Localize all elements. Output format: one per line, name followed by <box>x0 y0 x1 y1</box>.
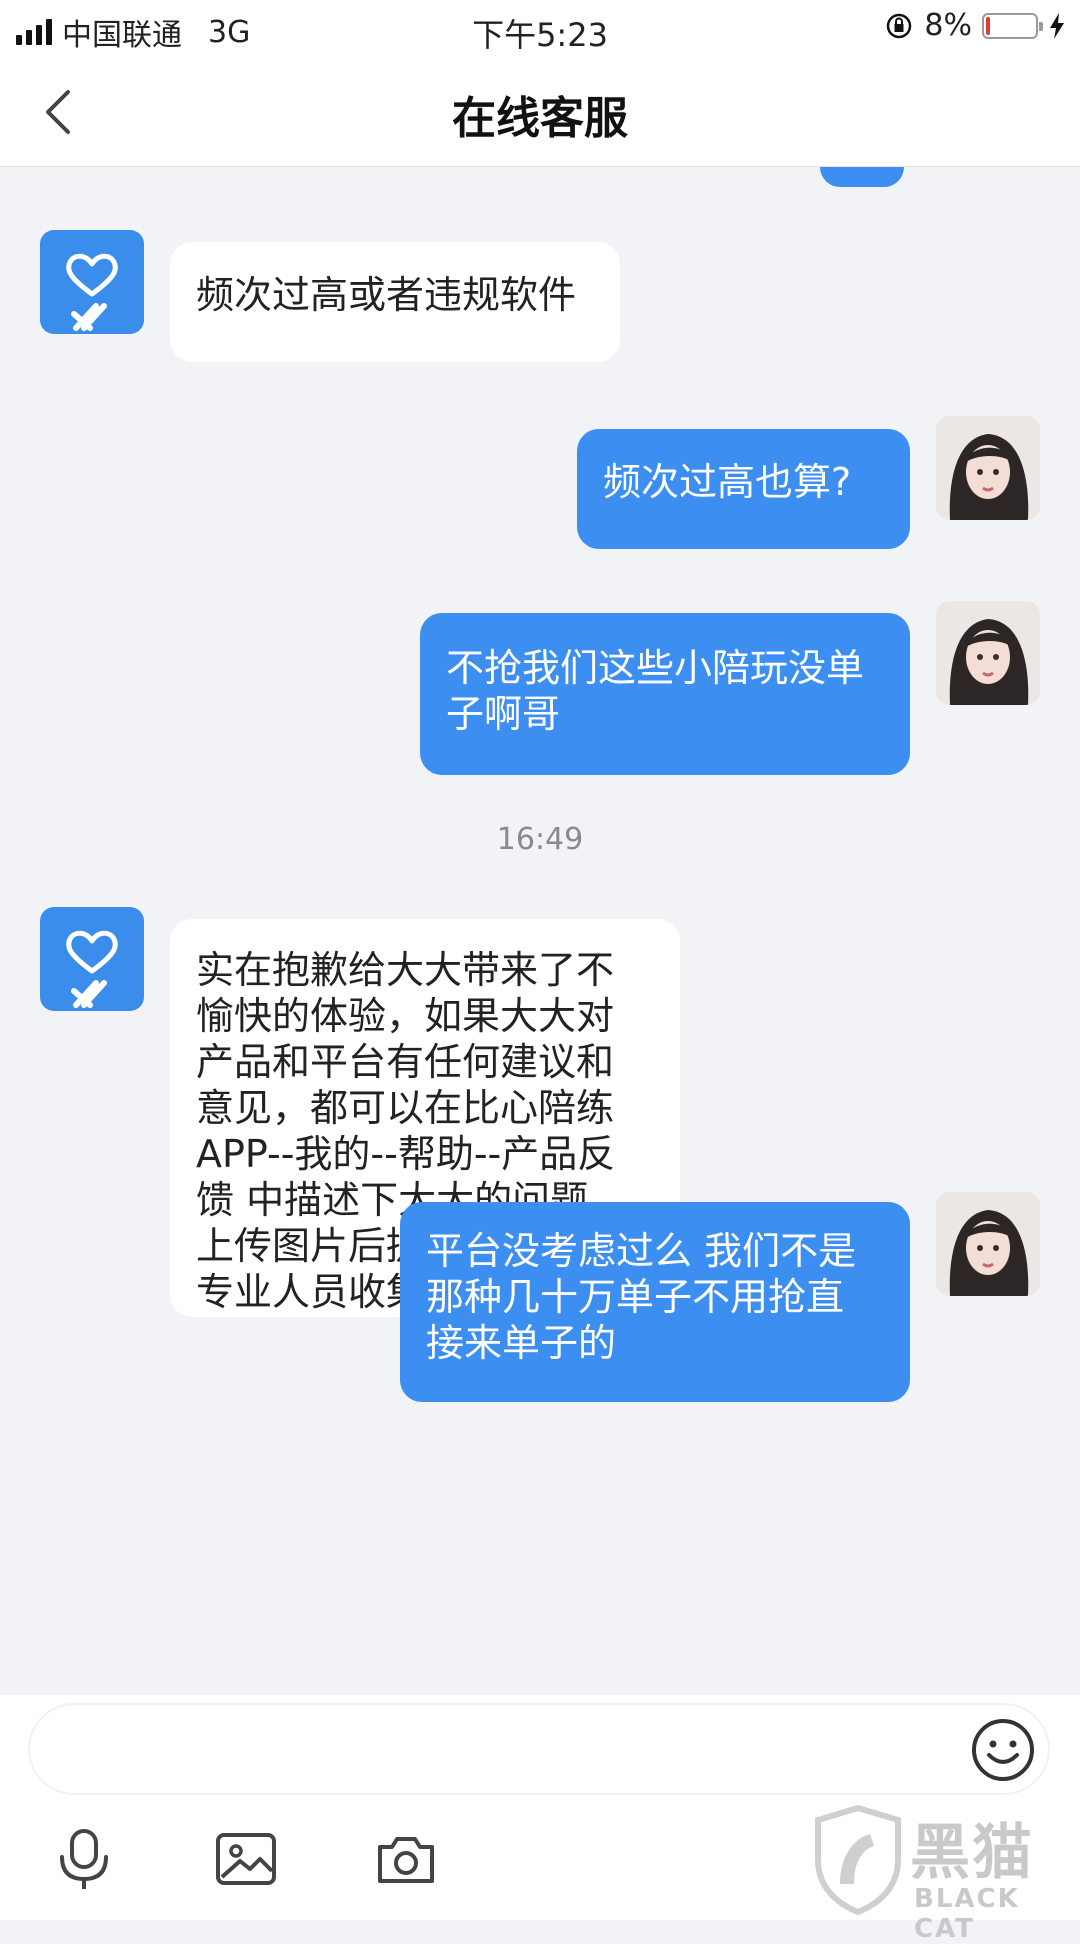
watermark-text: 黑猫 <box>910 1818 1034 1888</box>
message-timestamp: 16:49 <box>496 822 584 857</box>
message-line: APP--我的--帮助--产品反 <box>196 1132 616 1176</box>
message-line: 子啊哥 <box>446 692 561 736</box>
battery-percent: 8% <box>924 8 972 43</box>
heart-hand-icon <box>66 930 118 1008</box>
message-line: 意见，都可以在比心陪练 <box>196 1086 615 1130</box>
message-bubble[interactable]: 频次过高也算? <box>577 429 910 549</box>
message-text: 频次过高也算? <box>603 460 852 504</box>
message-bubble[interactable]: 平台没考虑过么 我们不是 那种几十万单子不用抢直 接来单子的 <box>400 1202 910 1402</box>
heart-hand-icon <box>66 253 118 331</box>
message-text: 频次过高或者违规软件 <box>196 273 577 317</box>
watermark: 黑猫 BLACK CAT <box>810 1800 1080 1944</box>
message-input[interactable] <box>28 1703 1050 1795</box>
user-photo <box>936 1192 1040 1296</box>
battery-level <box>986 16 990 35</box>
status-bar: 中国联通 3G 下午5:23 8% <box>0 0 1080 56</box>
message-line: 实在抱歉给大大带来了不 <box>196 948 615 992</box>
message-line: 平台没考虑过么 我们不是 <box>426 1229 857 1273</box>
service-avatar[interactable] <box>40 230 144 334</box>
user-avatar[interactable] <box>936 416 1040 520</box>
message-bubble[interactable]: 不抢我们这些小陪玩没单 子啊哥 <box>420 613 910 775</box>
user-photo <box>936 601 1040 705</box>
battery-icon <box>982 12 1043 39</box>
camera-icon[interactable] <box>374 1827 438 1891</box>
nav-bar: 在线客服 <box>0 56 1080 167</box>
watermark-subtext: BLACK CAT <box>914 1884 1020 1944</box>
page-title: 在线客服 <box>452 93 628 144</box>
message-line: 不抢我们这些小陪玩没单 <box>446 646 865 690</box>
service-avatar[interactable] <box>40 907 144 1011</box>
image-icon[interactable] <box>214 1827 278 1891</box>
status-right: 8% <box>884 8 1066 43</box>
user-avatar[interactable] <box>936 1192 1040 1296</box>
user-photo <box>936 416 1040 520</box>
message-line: 产品和平台有任何建议和 <box>196 1040 615 1084</box>
microphone-icon[interactable] <box>52 1827 116 1891</box>
user-avatar[interactable] <box>936 601 1040 705</box>
message-line: 那种几十万单子不用抢直 <box>426 1275 845 1319</box>
message-line: 接来单子的 <box>426 1321 617 1365</box>
smiley-icon[interactable] <box>970 1717 1036 1783</box>
message-line: 愉快的体验，如果大大对 <box>196 994 615 1038</box>
orientation-lock-icon <box>887 13 912 38</box>
charging-icon <box>1050 12 1064 39</box>
chat-list[interactable]: 频次过高或者违规软件 频次过高也算? 不抢我们这些小陪玩没单 子啊哥 16:49 <box>0 167 1080 1695</box>
previous-message-bubble <box>820 167 904 187</box>
message-bubble[interactable]: 频次过高或者违规软件 <box>170 242 620 362</box>
cat-shield-logo <box>815 1804 901 1916</box>
